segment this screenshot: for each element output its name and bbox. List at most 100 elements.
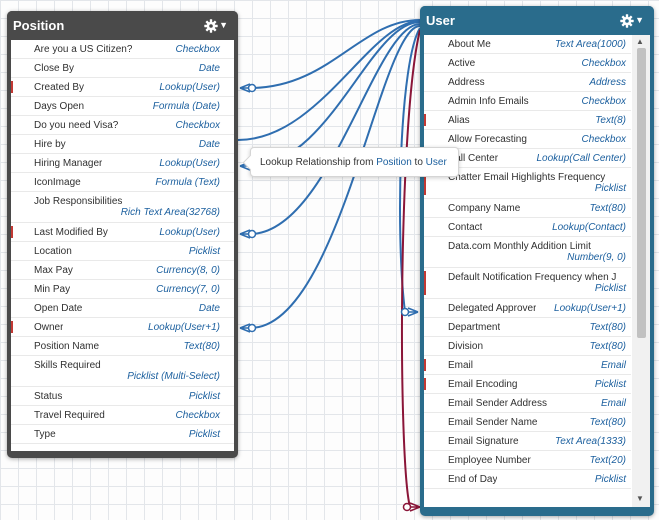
position-field-row[interactable]: Owner Lookup(User+1) — [11, 318, 234, 337]
user-panel-header[interactable]: User ▼ — [420, 6, 654, 35]
required-field-flag — [424, 378, 426, 390]
position-field-row[interactable]: Position Name Text(80) — [11, 337, 234, 356]
field-name: Type — [34, 428, 56, 440]
crows-foot-connector-icon — [239, 83, 257, 93]
chevron-down-icon: ▼ — [635, 15, 644, 25]
user-field-row[interactable]: Active Checkbox — [424, 54, 631, 73]
scroll-down-arrow-icon[interactable]: ▼ — [636, 494, 644, 503]
tooltip-prefix: Lookup Relationship from — [260, 156, 377, 168]
position-field-row[interactable]: Location Picklist — [11, 242, 234, 261]
field-type: Checkbox — [175, 43, 220, 55]
user-field-row[interactable]: Employee Number Text(20) — [424, 451, 631, 470]
position-field-row[interactable]: Hire by Date — [11, 135, 234, 154]
field-name: Position Name — [34, 340, 100, 352]
position-object-panel[interactable]: Position ▼ Are you a US Citizen? Checkbox… — [7, 11, 238, 458]
field-name: Employee Number — [448, 454, 531, 466]
field-type: Text(80) — [183, 340, 220, 352]
user-object-panel[interactable]: User ▼ About Me Text Area(1000) Active Chec… — [420, 6, 654, 516]
position-field-row[interactable]: Close By Date — [11, 59, 234, 78]
connector-last-modified-by[interactable] — [249, 23, 421, 235]
user-field-row[interactable]: About Me Text Area(1000) — [424, 35, 631, 54]
position-field-row[interactable]: Are you a US Citizen? Checkbox — [11, 40, 234, 59]
user-field-row[interactable]: Delegated Approver Lookup(User+1) — [424, 299, 631, 318]
position-field-row[interactable]: Skills Required Picklist (Multi-Select) — [11, 356, 234, 387]
tooltip-to-object-link[interactable]: User — [426, 157, 447, 168]
position-field-list: Are you a US Citizen? Checkbox Close By Dat… — [11, 40, 234, 451]
user-settings-menu[interactable]: ▼ — [620, 13, 644, 28]
field-name: Do you need Visa? — [34, 119, 119, 131]
position-field-row[interactable]: Status Picklist — [11, 387, 234, 406]
field-type: Date — [198, 302, 220, 314]
position-settings-menu[interactable]: ▼ — [204, 18, 228, 33]
user-field-row[interactable]: Email Sender Name Text(80) — [424, 413, 631, 432]
field-type: Text(80) — [589, 321, 626, 333]
user-field-row[interactable]: Data.com Monthly Addition Limit Number(9,… — [424, 237, 631, 268]
user-field-row[interactable]: Email Encoding Picklist — [424, 375, 631, 394]
field-type: Picklist (Multi-Select) — [127, 371, 220, 382]
user-field-row[interactable]: Email Sender Address Email — [424, 394, 631, 413]
field-name: Location — [34, 245, 72, 257]
field-name: Owner — [34, 321, 64, 333]
position-field-row[interactable]: Job Responsibilities Rich Text Area(32768… — [11, 192, 234, 223]
user-field-row[interactable]: Company Name Text(80) — [424, 199, 631, 218]
field-type: Lookup(User) — [159, 81, 220, 93]
user-field-row[interactable]: Alias Text(8) — [424, 111, 631, 130]
user-field-row[interactable]: Department Text(80) — [424, 318, 631, 337]
position-field-row[interactable]: IconImage Formula (Text) — [11, 173, 234, 192]
position-field-row[interactable]: Min Pay Currency(7, 0) — [11, 280, 234, 299]
relationship-tooltip: Lookup Relationship from Position to Use… — [242, 147, 459, 177]
field-name: Alias — [448, 114, 470, 126]
scroll-up-arrow-icon[interactable]: ▲ — [636, 37, 644, 46]
field-type: Rich Text Area(32768) — [120, 207, 220, 218]
position-field-row[interactable]: Days Open Formula (Date) — [11, 97, 234, 116]
position-field-row[interactable]: Last Modified By Lookup(User) — [11, 223, 234, 242]
field-name: Job Responsibilities — [34, 196, 123, 207]
field-type: Address — [589, 76, 626, 88]
field-name: Hiring Manager — [34, 157, 103, 169]
position-field-row[interactable]: Do you need Visa? Checkbox — [11, 116, 234, 135]
user-field-list: About Me Text Area(1000) Active Checkbox Add… — [424, 35, 631, 489]
user-field-row[interactable]: Admin Info Emails Checkbox — [424, 92, 631, 111]
field-name: Email Sender Name — [448, 416, 538, 428]
position-field-row[interactable]: Type Picklist — [11, 425, 234, 444]
user-field-row[interactable]: End of Day Picklist — [424, 470, 631, 489]
tooltip-from-object-link[interactable]: Position — [376, 157, 412, 168]
field-name: Status — [34, 390, 63, 402]
position-field-row[interactable]: Travel Required Checkbox — [11, 406, 234, 425]
user-field-row[interactable]: Email Signature Text Area(1333) — [424, 432, 631, 451]
user-field-row[interactable]: Division Text(80) — [424, 337, 631, 356]
field-type: Lookup(User) — [159, 157, 220, 169]
scrollbar-thumb[interactable] — [637, 48, 646, 338]
field-type: Picklist — [188, 390, 220, 402]
position-panel-title: Position — [13, 18, 65, 33]
field-type: Lookup(Call Center) — [536, 152, 627, 164]
user-scrollbar[interactable]: ▲ ▼ — [632, 35, 650, 507]
user-field-row[interactable]: Default Notification Frequency when J Pic… — [424, 268, 631, 299]
user-field-row[interactable]: Contact Lookup(Contact) — [424, 218, 631, 237]
field-type: Lookup(User+1) — [554, 302, 626, 314]
position-field-row[interactable]: Max Pay Currency(8, 0) — [11, 261, 234, 280]
position-panel-header[interactable]: Position ▼ — [7, 11, 238, 40]
required-field-flag — [11, 81, 13, 93]
user-field-row[interactable]: Email Email — [424, 356, 631, 375]
field-name: Department — [448, 321, 501, 333]
field-type: Picklist — [188, 245, 220, 257]
user-field-row[interactable]: Address Address — [424, 73, 631, 92]
field-type: Currency(8, 0) — [156, 264, 220, 276]
chevron-down-icon: ▼ — [219, 20, 228, 30]
crows-foot-connector-icon — [239, 229, 257, 239]
field-type: Picklist — [594, 473, 626, 485]
field-name: Default Notification Frequency when J — [448, 272, 617, 283]
connector-owner[interactable] — [249, 25, 421, 329]
position-field-row[interactable]: Open Date Date — [11, 299, 234, 318]
position-field-row[interactable]: Created By Lookup(User) — [11, 78, 234, 97]
field-name: Admin Info Emails — [448, 95, 529, 107]
field-name: Max Pay — [34, 264, 73, 276]
position-field-row[interactable]: Hiring Manager Lookup(User) — [11, 154, 234, 173]
field-type: Number(9, 0) — [567, 252, 626, 263]
field-name: Allow Forecasting — [448, 133, 527, 145]
field-name: Company Name — [448, 202, 521, 214]
connector-position-extra[interactable] — [237, 20, 421, 141]
field-type: Picklist — [594, 378, 626, 390]
field-name: Email Sender Address — [448, 397, 547, 409]
